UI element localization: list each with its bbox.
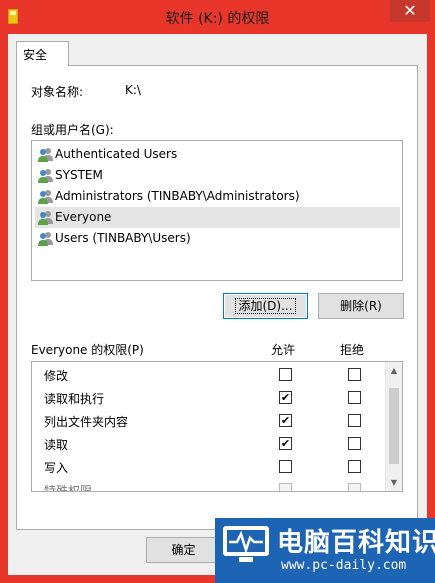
close-button[interactable]: ✕ (390, 0, 430, 22)
scroll-up-arrow-icon[interactable]: ▲ (386, 362, 402, 379)
tab-security-label: 安全 (23, 48, 48, 62)
group-name: Everyone (55, 210, 112, 224)
watermark-title: 电脑百科知识 (277, 528, 435, 558)
permissions-list[interactable]: 特殊权限 写入 读取 ✔ 列出文件夹内容 ✔ 读取和执行 ✔ 修改 ▲ ▼ (31, 361, 403, 492)
permission-row: 写入 (32, 455, 385, 478)
remove-button[interactable]: 删除(R) (318, 293, 404, 319)
group-name: SYSTEM (55, 168, 103, 182)
permission-name: 写入 (44, 461, 69, 475)
group-name: Administrators (TINBABY\Administrators) (55, 189, 300, 203)
window-title: 软件 (K:) 的权限 (165, 11, 270, 27)
allow-header: 允许 (271, 343, 296, 357)
scroll-down-arrow-icon[interactable]: ▼ (386, 474, 402, 491)
group-list-item[interactable]: Authenticated Users (35, 144, 400, 165)
permission-row: 修改 (32, 363, 385, 386)
user-group-icon (38, 190, 53, 204)
user-group-icon (38, 169, 53, 183)
dialog-client-area: 安全 对象名称: K:\ 组或用户名(G): Authenticated Use… (8, 34, 427, 575)
deny-checkbox[interactable] (348, 437, 361, 450)
object-name-value: K:\ (125, 83, 141, 97)
allow-checkbox[interactable]: ✔ (279, 391, 292, 404)
allow-checkbox[interactable]: ✔ (279, 414, 292, 427)
groups-label: 组或用户名(G): (31, 123, 114, 137)
add-button-label: 添加(D)... (235, 298, 296, 314)
permission-row: 读取 ✔ (32, 432, 385, 455)
group-name: Authenticated Users (55, 147, 178, 161)
permission-name: 特殊权限 (44, 484, 93, 492)
permission-row: 特殊权限 (32, 478, 385, 492)
scroll-thumb[interactable] (389, 388, 399, 464)
ok-button-label: 确定 (171, 543, 196, 557)
allow-checkbox[interactable]: ✔ (279, 437, 292, 450)
group-list-item[interactable]: Users (TINBABY\Users) (35, 228, 400, 249)
user-group-icon (38, 211, 53, 225)
deny-checkbox[interactable] (348, 391, 361, 404)
deny-checkbox[interactable] (348, 483, 361, 491)
watermark-url: www.pc-daily.com (281, 558, 407, 573)
vertical-scrollbar[interactable]: ▲ ▼ (385, 362, 402, 491)
permission-name: 修改 (44, 369, 69, 383)
ok-button[interactable]: 确定 (146, 537, 221, 563)
permissions-label: Everyone 的权限(P) (31, 343, 144, 357)
title-bar: 软件 (K:) 的权限 ✕ (0, 0, 435, 34)
object-name-label: 对象名称: (31, 85, 84, 99)
user-group-icon (38, 148, 53, 162)
watermark-banner: 电脑百科知识 www.pc-daily.com (215, 518, 435, 583)
permission-row: 列出文件夹内容 ✔ (32, 409, 385, 432)
allow-checkbox[interactable] (279, 460, 292, 473)
groups-list[interactable]: Authenticated Users SYSTEM Administrators … (31, 140, 403, 281)
permission-name: 列出文件夹内容 (44, 415, 129, 429)
remove-button-label: 删除(R) (340, 299, 382, 313)
group-list-item[interactable]: SYSTEM (35, 165, 400, 186)
group-list-item[interactable]: Everyone (35, 207, 400, 228)
group-name: Users (TINBABY\Users) (55, 231, 191, 245)
allow-checkbox[interactable] (279, 368, 292, 381)
monitor-pulse-logo-icon (223, 526, 269, 562)
permission-name: 读取和执行 (44, 392, 105, 406)
deny-header: 拒绝 (340, 343, 365, 357)
tab-security[interactable]: 安全 (16, 41, 69, 66)
add-button[interactable]: 添加(D)... (223, 293, 308, 319)
deny-checkbox[interactable] (348, 414, 361, 427)
permission-name: 读取 (44, 438, 69, 452)
deny-checkbox[interactable] (348, 368, 361, 381)
group-list-item[interactable]: Administrators (TINBABY\Administrators) (35, 186, 400, 207)
deny-checkbox[interactable] (348, 460, 361, 473)
user-group-icon (38, 232, 53, 246)
permission-row: 读取和执行 ✔ (32, 386, 385, 409)
allow-checkbox[interactable] (279, 483, 292, 491)
